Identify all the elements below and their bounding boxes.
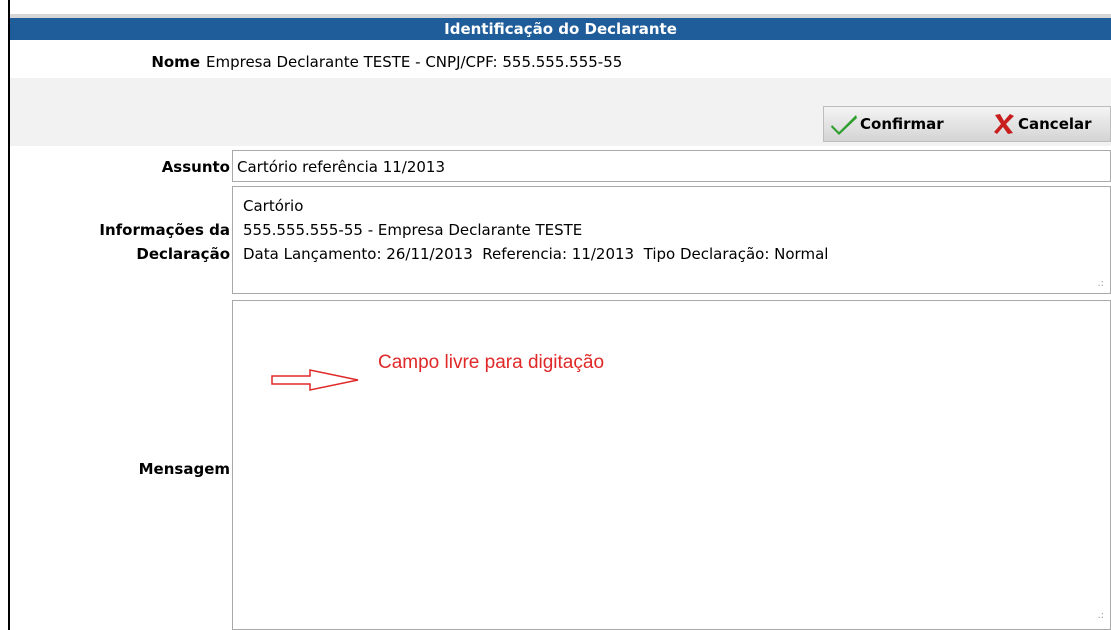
declarant-name-label: Nome [151,53,200,71]
subject-label: Assunto [161,158,230,176]
cancel-label: Cancelar [1018,115,1092,133]
subject-input[interactable]: Cartório referência 11/2013 [232,150,1111,182]
subject-value: Cartório referência 11/2013 [237,158,446,176]
resize-handle-icon[interactable]: .: [1097,279,1104,289]
action-toolbar: Confirmar Cancelar [823,106,1111,142]
cancel-button[interactable]: Cancelar [992,107,1092,141]
info-line: Data Lançamento: 26/11/2013 Referencia: … [243,245,829,263]
confirm-button[interactable]: Confirmar [830,107,944,141]
section-header: Identificação do Declarante [10,18,1111,40]
info-label-line2: Declaração [136,245,230,263]
message-textarea[interactable]: .: [232,300,1111,630]
info-line: 555.555.555-55 - Empresa Declarante TEST… [243,221,583,239]
declarant-name-value: Empresa Declarante TESTE - CNPJ/CPF: 555… [206,53,623,71]
arrow-right-icon [271,369,359,391]
x-icon [994,114,1014,134]
info-line: Cartório [243,197,304,215]
checkmark-icon [831,115,857,135]
info-label-line1: Informações da [99,221,230,239]
resize-handle-icon[interactable]: .: [1097,611,1104,621]
section-title: Identificação do Declarante [444,20,677,38]
annotation-note: Campo livre para digitação [378,352,605,373]
declaration-info-textarea[interactable]: Cartório 555.555.555-55 - Empresa Declar… [232,186,1111,294]
confirm-label: Confirmar [860,115,944,133]
message-label: Mensagem [138,460,230,478]
